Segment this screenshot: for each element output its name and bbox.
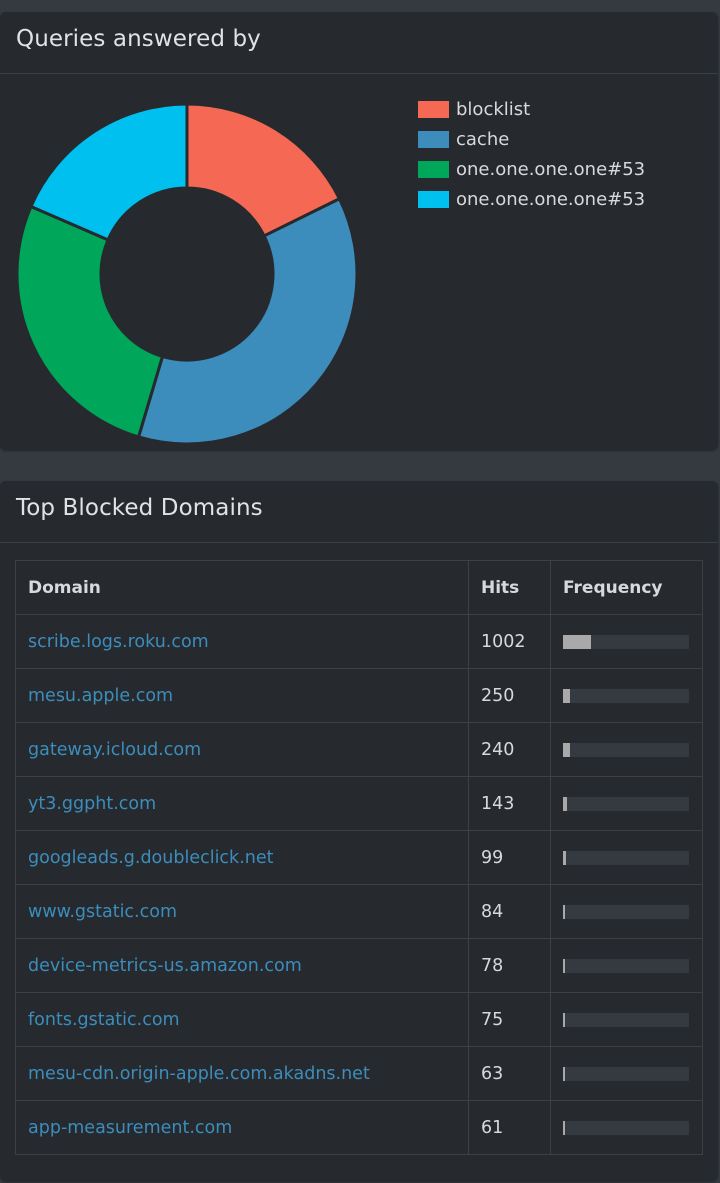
blocked-panel-title: Top Blocked Domains xyxy=(16,495,263,521)
hits-cell: 250 xyxy=(468,668,551,723)
domain-link[interactable]: gateway.icloud.com xyxy=(28,740,201,760)
blocked-panel-header: Top Blocked Domains xyxy=(0,481,718,543)
frequency-cell xyxy=(550,1100,703,1155)
frequency-bar xyxy=(563,850,689,865)
frequency-bar xyxy=(563,904,689,919)
hits-cell: 1002 xyxy=(468,614,551,669)
hits-cell: 99 xyxy=(468,830,551,885)
domain-link[interactable]: scribe.logs.roku.com xyxy=(28,632,209,652)
frequency-bar-fill xyxy=(563,1012,566,1027)
legend-item[interactable]: one.one.one.one#53 xyxy=(418,184,645,214)
frequency-bar xyxy=(563,958,689,973)
frequency-cell xyxy=(550,668,703,723)
frequency-cell xyxy=(550,884,703,939)
frequency-bar-fill xyxy=(563,1120,565,1135)
legend-swatch xyxy=(418,130,449,148)
legend-label: one.one.one.one#53 xyxy=(456,158,646,180)
frequency-cell xyxy=(550,992,703,1047)
top-blocked-domains-panel: Top Blocked Domains Domain Hits Frequenc… xyxy=(0,481,718,1181)
frequency-bar-fill xyxy=(563,850,566,865)
frequency-bar xyxy=(563,688,689,703)
queries-donut-chart xyxy=(15,102,359,446)
frequency-bar-fill xyxy=(563,904,566,919)
hits-cell: 78 xyxy=(468,938,551,993)
table-row: mesu-cdn.origin-apple.com.akadns.net 63 xyxy=(15,1046,703,1101)
frequency-bar-fill xyxy=(563,742,570,757)
domain-cell: yt3.ggpht.com xyxy=(15,776,469,831)
frequency-cell xyxy=(550,1046,703,1101)
domain-link[interactable]: fonts.gstatic.com xyxy=(28,1010,180,1030)
legend-item[interactable]: blocklist xyxy=(418,94,645,124)
blocked-domains-table: Domain Hits Frequency scribe.logs.roku.c… xyxy=(15,560,703,1155)
queries-answered-panel: Queries answered by blocklist cache one.on… xyxy=(0,12,718,450)
legend-swatch xyxy=(418,100,449,118)
table-row: www.gstatic.com 84 xyxy=(15,884,703,939)
frequency-bar-fill xyxy=(563,688,570,703)
frequency-bar-fill xyxy=(563,634,591,649)
frequency-cell xyxy=(550,830,703,885)
hits-cell: 61 xyxy=(468,1100,551,1155)
domain-cell: device-metrics-us.amazon.com xyxy=(15,938,469,993)
table-row: scribe.logs.roku.com 1002 xyxy=(15,614,703,669)
domain-cell: mesu.apple.com xyxy=(15,668,469,723)
table-row: googleads.g.doubleclick.net 99 xyxy=(15,830,703,885)
column-header-domain: Domain xyxy=(15,560,469,615)
frequency-cell xyxy=(550,776,703,831)
frequency-bar xyxy=(563,742,689,757)
domain-cell: mesu-cdn.origin-apple.com.akadns.net xyxy=(15,1046,469,1101)
frequency-cell xyxy=(550,722,703,777)
column-header-frequency: Frequency xyxy=(550,560,703,615)
frequency-bar-fill xyxy=(563,796,567,811)
hits-cell: 84 xyxy=(468,884,551,939)
table-row: yt3.ggpht.com 143 xyxy=(15,776,703,831)
legend-item[interactable]: one.one.one.one#53 xyxy=(418,154,645,184)
domain-link[interactable]: www.gstatic.com xyxy=(28,902,177,922)
legend-swatch xyxy=(418,160,449,178)
queries-panel-title: Queries answered by xyxy=(16,26,261,52)
frequency-bar xyxy=(563,634,689,649)
frequency-bar xyxy=(563,1066,689,1081)
queries-chart-legend: blocklist cache one.one.one.one#53 one.one.… xyxy=(418,94,645,214)
frequency-bar-fill xyxy=(563,1066,565,1081)
table-header-row: Domain Hits Frequency xyxy=(15,560,703,615)
domain-cell: www.gstatic.com xyxy=(15,884,469,939)
domain-cell: gateway.icloud.com xyxy=(15,722,469,777)
table-row: device-metrics-us.amazon.com 78 xyxy=(15,938,703,993)
frequency-bar xyxy=(563,1012,689,1027)
legend-label: cache xyxy=(456,128,510,150)
legend-label: one.one.one.one#53 xyxy=(456,188,646,210)
domain-cell: scribe.logs.roku.com xyxy=(15,614,469,669)
domain-link[interactable]: device-metrics-us.amazon.com xyxy=(28,956,302,976)
queries-panel-header: Queries answered by xyxy=(0,12,718,74)
frequency-bar xyxy=(563,1120,689,1135)
column-header-hits: Hits xyxy=(468,560,551,615)
pie-slice[interactable] xyxy=(136,196,359,446)
pie-slice[interactable] xyxy=(15,204,165,439)
domain-link[interactable]: app-measurement.com xyxy=(28,1118,232,1138)
table-row: mesu.apple.com 250 xyxy=(15,668,703,723)
table-row: fonts.gstatic.com 75 xyxy=(15,992,703,1047)
domain-link[interactable]: mesu-cdn.origin-apple.com.akadns.net xyxy=(28,1064,370,1084)
hits-cell: 63 xyxy=(468,1046,551,1101)
legend-swatch xyxy=(418,190,449,208)
legend-label: blocklist xyxy=(456,98,531,120)
hits-cell: 240 xyxy=(468,722,551,777)
frequency-bar xyxy=(563,796,689,811)
table-row: app-measurement.com 61 xyxy=(15,1100,703,1155)
hits-cell: 143 xyxy=(468,776,551,831)
domain-cell: fonts.gstatic.com xyxy=(15,992,469,1047)
frequency-cell xyxy=(550,938,703,993)
domain-link[interactable]: yt3.ggpht.com xyxy=(28,794,156,814)
domain-cell: googleads.g.doubleclick.net xyxy=(15,830,469,885)
table-row: gateway.icloud.com 240 xyxy=(15,722,703,777)
frequency-cell xyxy=(550,614,703,669)
legend-item[interactable]: cache xyxy=(418,124,645,154)
domain-cell: app-measurement.com xyxy=(15,1100,469,1155)
domain-link[interactable]: mesu.apple.com xyxy=(28,686,173,706)
hits-cell: 75 xyxy=(468,992,551,1047)
domain-link[interactable]: googleads.g.doubleclick.net xyxy=(28,848,273,868)
frequency-bar-fill xyxy=(563,958,566,973)
